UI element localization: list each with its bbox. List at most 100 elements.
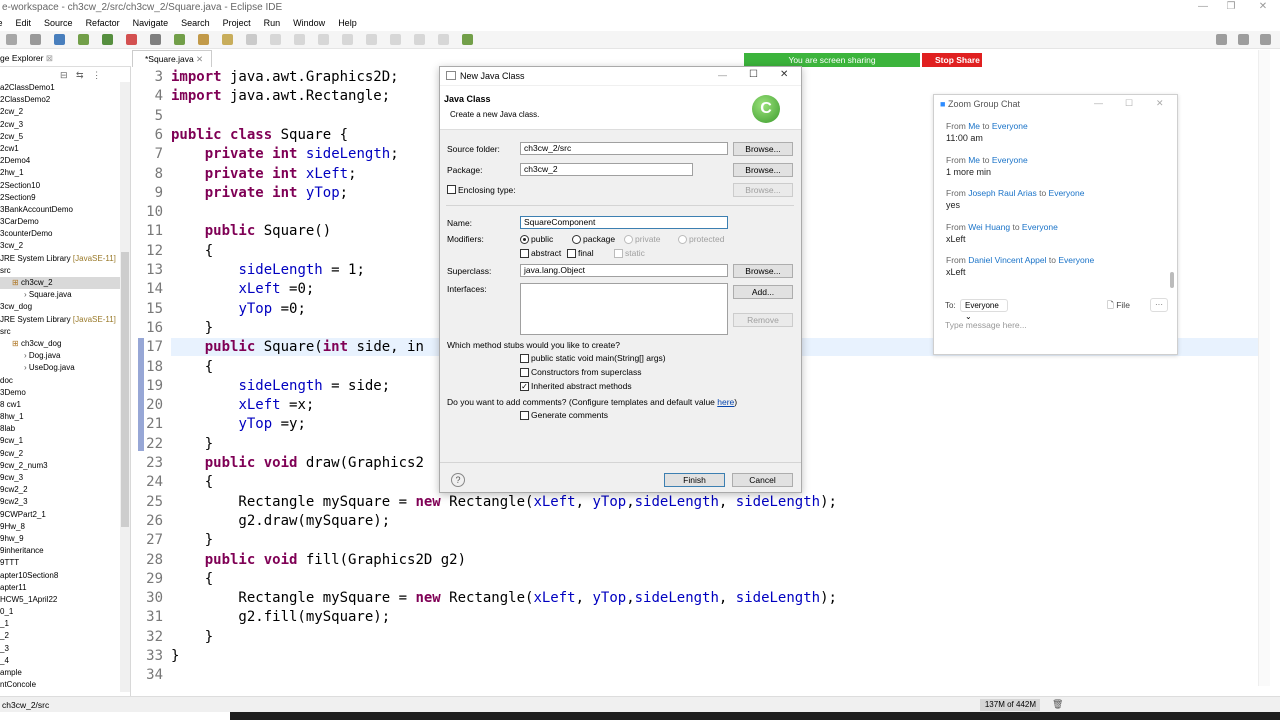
tree-item[interactable]: 9hw_9 xyxy=(0,533,120,545)
run-options-icon[interactable] xyxy=(102,34,113,45)
code-line[interactable]: public Square() xyxy=(171,223,331,239)
stop-share-button[interactable]: Stop Share xyxy=(922,53,982,67)
menu-item-file[interactable]: File xyxy=(0,16,3,30)
tree-item[interactable]: 2Section9 xyxy=(0,192,120,204)
debug-icon[interactable] xyxy=(54,34,65,45)
interfaces-list[interactable] xyxy=(520,283,728,335)
java-perspective-icon[interactable] xyxy=(1260,34,1271,45)
code-line[interactable]: public void draw(Graphics2 xyxy=(171,455,424,471)
tree-item[interactable]: 3cw_2 xyxy=(0,240,120,252)
tree-item[interactable]: 3counterDemo xyxy=(0,228,120,240)
generate-comments-checkbox[interactable] xyxy=(520,411,529,420)
tree-item[interactable]: 9Hw_8 xyxy=(0,521,120,533)
code-line[interactable]: yTop =y; xyxy=(171,416,305,432)
minimize-icon[interactable]: — xyxy=(718,70,727,80)
perspective-icon[interactable] xyxy=(1238,34,1249,45)
code-line[interactable]: private int sideLength; xyxy=(171,146,399,162)
menu-item-help[interactable]: Help xyxy=(338,16,357,30)
menu-item-refactor[interactable]: Refactor xyxy=(86,16,120,30)
superclass-input[interactable]: java.lang.Object xyxy=(520,264,728,277)
main-stub-checkbox[interactable] xyxy=(520,354,529,363)
tree-item[interactable]: _4 xyxy=(0,655,120,667)
code-line[interactable]: Rectangle mySquare = new Rectangle(xLeft… xyxy=(171,590,837,606)
tree-item[interactable]: _1 xyxy=(0,618,120,630)
tree-item[interactable]: 9cw2_2 xyxy=(0,484,120,496)
tree-item[interactable]: apter10Section8 xyxy=(0,570,120,582)
tree-item[interactable]: ample xyxy=(0,667,120,679)
view-menu-icons[interactable]: ⊟ ⇆ ⋮ xyxy=(60,70,104,81)
menu-item-edit[interactable]: Edit xyxy=(16,16,32,30)
tree-item[interactable]: 2cw_3 xyxy=(0,119,120,131)
tree-item[interactable]: 3CarDemo xyxy=(0,216,120,228)
build-icon[interactable] xyxy=(150,34,161,45)
tree-item[interactable]: 9CWPart2_1 xyxy=(0,509,120,521)
menu-item-source[interactable]: Source xyxy=(44,16,73,30)
code-line[interactable]: sideLength = 1; xyxy=(171,262,364,278)
menu-item-run[interactable]: Run xyxy=(264,16,281,30)
toggle-icon[interactable] xyxy=(270,34,281,45)
menu-item-project[interactable]: Project xyxy=(223,16,251,30)
code-line[interactable]: g2.draw(mySquare); xyxy=(171,513,390,529)
scrollbar-thumb[interactable] xyxy=(1170,272,1174,288)
tree-item[interactable]: ⊞ ch3cw_dog xyxy=(0,338,120,350)
tree-item[interactable]: 0_1 xyxy=(0,606,120,618)
minimize-icon[interactable]: — xyxy=(1094,98,1103,108)
search-icon[interactable] xyxy=(222,34,233,45)
menu-item-navigate[interactable]: Navigate xyxy=(133,16,169,30)
tree-item[interactable]: 9cw_2_num3 xyxy=(0,460,120,472)
code-line[interactable]: yTop =0; xyxy=(171,301,305,317)
close-icon[interactable]: ✕ xyxy=(780,69,788,80)
tree-item[interactable]: HCW5_1April22 xyxy=(0,594,120,606)
tree-item[interactable]: 2cw1 xyxy=(0,143,120,155)
package-explorer-tab[interactable]: ge Explorer ⊠ xyxy=(0,50,131,67)
annotation-next-icon[interactable] xyxy=(294,34,305,45)
code-line[interactable]: private int yTop; xyxy=(171,185,348,201)
tree-item[interactable]: › UseDog.java xyxy=(0,362,120,374)
forward-icon[interactable] xyxy=(390,34,401,45)
tree-item[interactable]: JRE System Library [JavaSE-11] xyxy=(0,314,120,326)
menu-item-window[interactable]: Window xyxy=(293,16,325,30)
code-line[interactable]: Rectangle mySquare = new Rectangle(xLeft… xyxy=(171,494,837,510)
tree-item[interactable]: doc xyxy=(0,375,120,387)
code-line[interactable]: public class Square { xyxy=(171,127,348,143)
pin-icon[interactable] xyxy=(414,34,425,45)
tree-item[interactable]: 8lab xyxy=(0,423,120,435)
perspective-icon[interactable] xyxy=(438,34,449,45)
tree-item[interactable]: 2cw_2 xyxy=(0,106,120,118)
inherited-checkbox[interactable]: ✓ xyxy=(520,382,529,391)
tree-item[interactable]: _3 xyxy=(0,643,120,655)
heap-status[interactable]: 137M of 442M xyxy=(980,699,1040,711)
code-line[interactable]: public void fill(Graphics2D g2) xyxy=(171,552,466,568)
tree-item[interactable]: 2ClassDemo2 xyxy=(0,94,120,106)
code-line[interactable]: private int xLeft; xyxy=(171,166,357,182)
tree-item[interactable]: 9cw_2 xyxy=(0,448,120,460)
close-icon[interactable]: ✕ xyxy=(1246,0,1280,16)
open-perspective-icon[interactable] xyxy=(462,34,473,45)
code-line[interactable]: { xyxy=(171,243,213,259)
code-line[interactable]: sideLength = side; xyxy=(171,378,390,394)
tree-item[interactable]: 3Demo xyxy=(0,387,120,399)
tree-item[interactable]: 8hw_1 xyxy=(0,411,120,423)
class-name-input[interactable]: SquareComponent xyxy=(520,216,728,229)
code-line[interactable]: g2.fill(mySquare); xyxy=(171,609,390,625)
close-icon[interactable]: ⊠ xyxy=(46,53,53,63)
tree-item[interactable]: › Square.java xyxy=(0,289,120,301)
final-checkbox[interactable] xyxy=(567,249,576,258)
edit-location-icon[interactable] xyxy=(342,34,353,45)
code-line[interactable]: import java.awt.Graphics2D; xyxy=(171,69,399,85)
code-line[interactable]: { xyxy=(171,359,213,375)
new-icon[interactable] xyxy=(6,34,17,45)
menu-item-search[interactable]: Search xyxy=(181,16,210,30)
tree-item[interactable]: 9TTT xyxy=(0,557,120,569)
annotation-prev-icon[interactable] xyxy=(318,34,329,45)
package-browse-button[interactable]: Browse... xyxy=(733,163,793,177)
package-input[interactable]: ch3cw_2 xyxy=(520,163,693,176)
more-button[interactable]: ··· xyxy=(1150,298,1168,312)
templates-link[interactable]: here xyxy=(717,397,734,407)
tree-item[interactable]: src xyxy=(0,326,120,338)
tree-item[interactable]: 8 cw1 xyxy=(0,399,120,411)
scrollbar[interactable] xyxy=(1258,50,1270,686)
close-icon[interactable]: ✕ xyxy=(1156,98,1164,109)
search-icon[interactable] xyxy=(1216,34,1227,45)
tree-item[interactable]: _2 xyxy=(0,630,120,642)
